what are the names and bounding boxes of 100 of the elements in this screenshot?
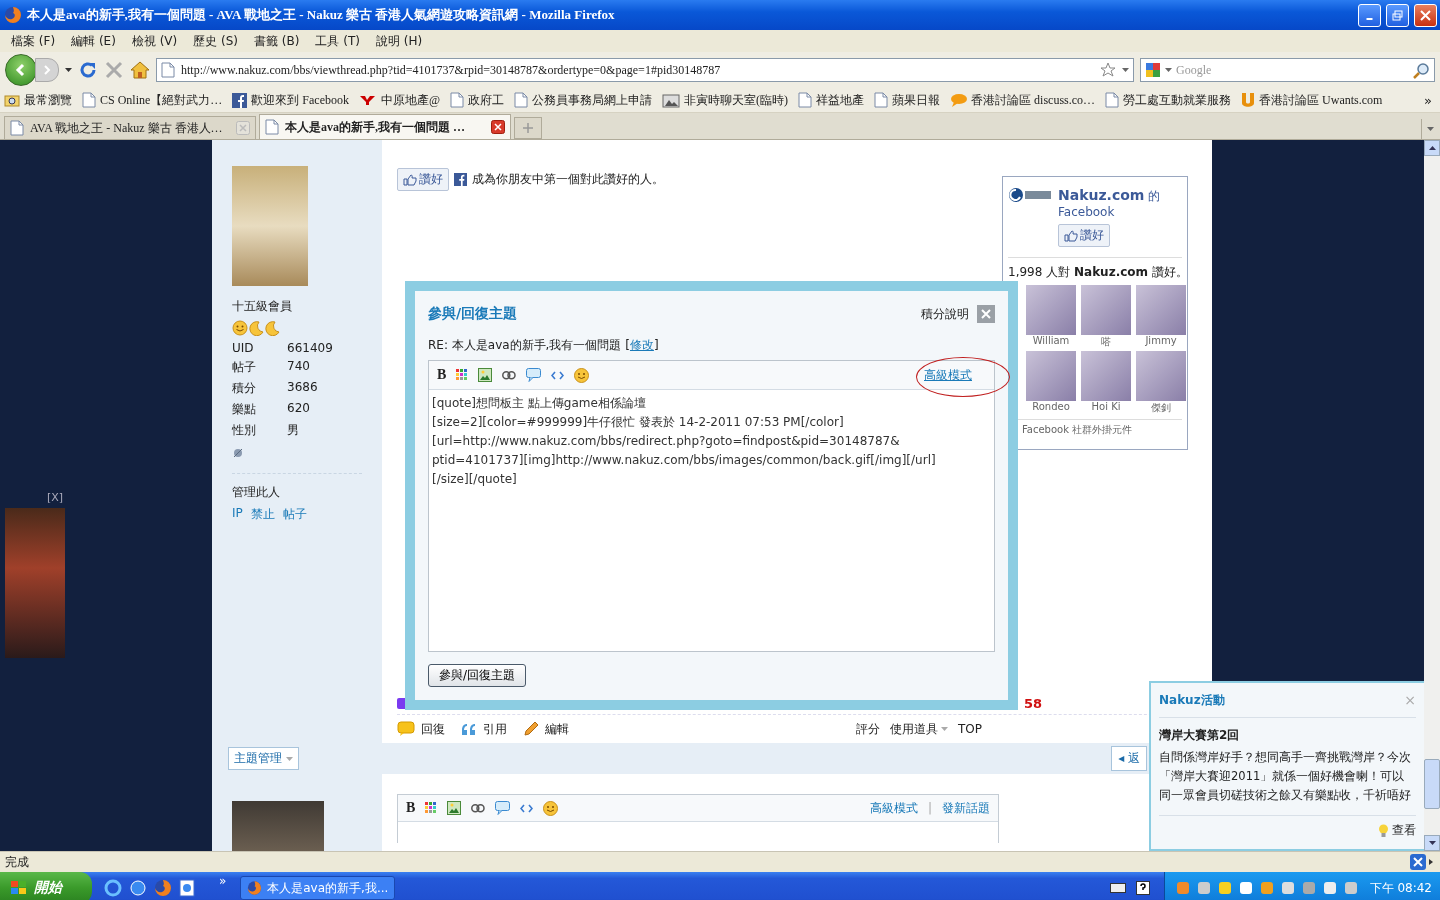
link-icon[interactable] xyxy=(502,370,517,380)
tray-icon[interactable] xyxy=(1342,880,1359,896)
tray-icon[interactable] xyxy=(1216,880,1233,896)
fan-name: 傑釗 xyxy=(1151,401,1171,415)
bookmark-item[interactable]: 香港討論區 Uwants.com xyxy=(1241,91,1383,109)
addon-icon[interactable] xyxy=(1410,854,1434,870)
menu-item[interactable]: 檔案 (F) xyxy=(3,32,64,50)
bookmark-item[interactable]: 歡迎來到 Facebook xyxy=(232,91,349,109)
like-button[interactable]: 讚好 xyxy=(1058,224,1110,247)
document-icon[interactable] xyxy=(179,879,195,897)
reload-icon[interactable] xyxy=(78,60,98,80)
bookmark-item[interactable]: 非寅時聊天室(臨時) xyxy=(662,91,789,109)
speech-bubble-icon[interactable] xyxy=(526,368,542,382)
image-icon[interactable] xyxy=(478,368,493,382)
search-icon[interactable] xyxy=(1413,61,1430,79)
bookmark-item[interactable]: 勞工處互動就業服務 xyxy=(1105,91,1232,109)
minimize-button[interactable] xyxy=(1358,3,1381,27)
menu-item[interactable]: 書籤 (B) xyxy=(246,32,308,50)
caret-icon[interactable] xyxy=(1165,68,1172,72)
ad-close-link[interactable]: [X] xyxy=(47,491,64,504)
more-shortcuts-button[interactable]: » xyxy=(219,874,227,888)
top-link[interactable]: TOP xyxy=(958,722,982,736)
menu-item[interactable]: 工具 (T) xyxy=(307,32,368,50)
back-button[interactable] xyxy=(5,54,37,86)
color-palette-icon[interactable] xyxy=(425,802,438,814)
scrollbar-thumb[interactable] xyxy=(1424,759,1440,809)
color-palette-icon[interactable] xyxy=(456,369,469,381)
scroll-down-button[interactable] xyxy=(1424,835,1440,851)
browser-tab[interactable]: AVA 戰地之王 - Nakuz 樂古 香港人… xyxy=(4,116,256,139)
code-icon[interactable] xyxy=(520,803,534,813)
restore-button[interactable] xyxy=(1386,3,1409,27)
menu-item[interactable]: 說明 (H) xyxy=(368,32,431,50)
tools-dropdown[interactable]: 使用道具 xyxy=(890,720,948,738)
satellite-icon xyxy=(232,447,244,459)
forward-button[interactable] xyxy=(35,58,59,82)
bookmark-item[interactable]: 中原地產@ xyxy=(359,91,441,109)
post-action-link[interactable]: 回復 xyxy=(397,720,445,738)
edit-link[interactable]: 修改 xyxy=(629,338,654,352)
image-icon[interactable] xyxy=(447,801,462,815)
menu-item[interactable]: 檢視 (V) xyxy=(123,32,186,50)
submit-reply-button[interactable]: 參與/回復主題 xyxy=(428,664,527,687)
close-icon[interactable] xyxy=(491,120,505,134)
speech-bubble-icon[interactable] xyxy=(495,801,511,815)
manage-link[interactable]: 帖子 xyxy=(282,506,307,523)
tray-icon[interactable] xyxy=(1279,880,1296,896)
menu-item[interactable]: 編輯 (E) xyxy=(63,32,124,50)
advanced-mode-link[interactable]: 高級模式 xyxy=(869,799,918,817)
view-link[interactable]: 查看 xyxy=(1378,822,1416,839)
post-action-link[interactable]: 編輯 xyxy=(523,720,569,738)
bold-button[interactable]: B xyxy=(406,800,416,816)
like-button[interactable]: 讚好 xyxy=(397,168,449,191)
bookmark-item[interactable]: CS Online【絕對武力… xyxy=(82,91,223,109)
bookmark-item[interactable]: 政府工 xyxy=(450,91,505,109)
keyboard-icon[interactable] xyxy=(1109,881,1126,893)
code-icon[interactable] xyxy=(551,370,565,380)
search-field[interactable]: Google xyxy=(1140,58,1435,82)
caret-icon[interactable] xyxy=(65,68,72,72)
tray-icon[interactable] xyxy=(1195,880,1212,896)
more-bookmarks-button[interactable]: » xyxy=(1424,92,1432,108)
advanced-mode-link[interactable]: 高級模式 xyxy=(910,362,986,388)
manage-link[interactable]: 禁止 xyxy=(250,506,275,523)
home-icon[interactable] xyxy=(130,61,150,79)
message-field[interactable]: [quote]想問板主 點上傳game相係論壇 [size=2][color=#999999]牛仔很忙 發表於 14-2-2011 07:53 PM[/color] [url=http://www.nakuz.com/bbs/redirect.php?goto=findpost&pid=30148787& ptid=4101737][img]http://www.nakuz.com/bbs/images/common/back.gif[/img][/url] [/size][/quote] xyxy=(429,390,994,651)
tray-icon[interactable] xyxy=(1237,880,1254,896)
tray-icon[interactable] xyxy=(1321,880,1338,896)
firefox-icon[interactable] xyxy=(154,879,172,897)
new-topic-link[interactable]: 發新話題 xyxy=(942,799,990,817)
quick-reply-editor[interactable]: B 高級模式 | 發新話題 xyxy=(397,794,999,843)
page-name[interactable]: Nakuz.com xyxy=(1058,187,1145,203)
scroll-up-button[interactable] xyxy=(1424,140,1440,156)
bookmark-item[interactable]: 蘋果日報 xyxy=(874,91,941,109)
manage-link[interactable]: IP xyxy=(232,506,243,523)
rate-link[interactable]: 評分 xyxy=(856,720,880,738)
browser-icon[interactable] xyxy=(104,879,122,897)
member-rank: 十五級會員 xyxy=(232,298,293,315)
taskbar-button[interactable]: 本人是ava的新手,我... xyxy=(240,876,396,900)
ad-banner-placeholder[interactable] xyxy=(5,508,65,658)
close-button[interactable] xyxy=(1414,3,1437,27)
points-help-link[interactable]: 積分說明 xyxy=(921,305,969,323)
star-icon[interactable] xyxy=(1100,62,1116,78)
bookmark-item[interactable]: 最常瀏覽 xyxy=(4,91,72,109)
caret-icon xyxy=(286,756,293,761)
browser-tab[interactable]: 本人是ava的新手,我有一個問題 … xyxy=(259,114,511,139)
back-button[interactable]: ◂ 返 xyxy=(1111,746,1147,771)
help-icon[interactable] xyxy=(1135,881,1150,895)
smiley-icon[interactable] xyxy=(543,800,559,816)
bold-button[interactable]: B xyxy=(437,367,447,383)
post-action-link[interactable]: 引用 xyxy=(461,720,507,738)
address-bar[interactable]: http://www.nakuz.com/bbs/viewthread.php?tid=4101737&rpid=30148787&ordertype=0&page=1#pid30148787 xyxy=(156,58,1134,82)
close-button[interactable] xyxy=(977,305,995,323)
bookmark-item[interactable]: 祥益地產 xyxy=(798,91,865,109)
bookmark-item[interactable]: 香港討論區 discuss.co… xyxy=(950,91,1096,109)
bookmark-item[interactable]: 公務員事務局網上申請 xyxy=(514,91,653,109)
caret-icon[interactable] xyxy=(1122,68,1129,72)
menu-item[interactable]: 歷史 (S) xyxy=(185,32,247,50)
smiley-icon[interactable] xyxy=(574,367,590,383)
thread-manage-dropdown[interactable]: 主題管理 xyxy=(228,747,299,770)
start-button[interactable]: 開始 xyxy=(0,872,92,900)
stat-value: 740 xyxy=(287,359,311,375)
link-icon[interactable] xyxy=(471,803,486,813)
